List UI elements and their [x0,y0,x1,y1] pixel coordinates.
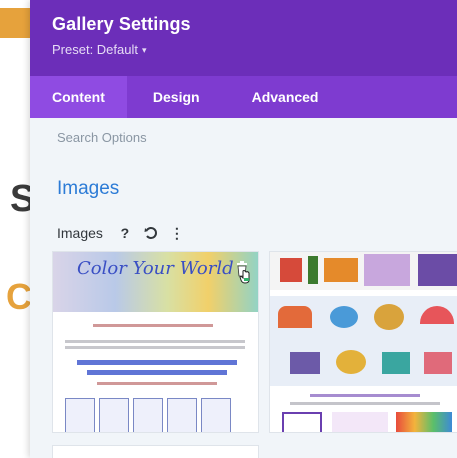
images-field-header: Images ? ⋮ [57,223,193,243]
collage-tile [382,352,410,374]
flyer-line [93,324,213,327]
section-title-images[interactable]: Images [57,178,119,200]
preset-label: Preset: Default [52,42,138,57]
tab-content[interactable]: Content [30,76,127,118]
search-options-input[interactable] [57,130,397,145]
undo-icon[interactable] [141,223,161,243]
collage-tile [332,412,388,432]
collage-tile [280,258,302,282]
background-page: S C [0,0,35,458]
flyer-heading: Color Your World [77,258,234,279]
flyer-schedule-cell [65,398,95,432]
tab-advanced[interactable]: Advanced [222,76,341,118]
collage-tile [418,254,457,286]
collage-tile [336,350,366,374]
modal-title: Gallery Settings [52,14,191,34]
collage-tile [290,352,320,374]
gallery-image-next[interactable] [52,445,259,458]
collage-tile [324,258,358,282]
background-text-fragment: C [6,276,32,317]
collage-tile [278,306,312,328]
flyer-line [97,382,217,385]
collage-tile [396,412,452,432]
collage-tile [424,352,452,374]
background-accent-strip [0,8,30,38]
more-vertical-icon[interactable]: ⋮ [167,223,187,243]
flyer-line [65,346,245,349]
settings-tabs: Content Design Advanced [30,76,457,118]
modal-header: Gallery Settings Preset: Default ▾ [30,0,457,76]
collage-tile [308,256,318,284]
tab-design[interactable]: Design [127,76,222,118]
gallery-image-crafts[interactable] [269,251,457,433]
collage-tile [282,412,322,432]
images-field-label: Images [57,225,103,241]
collage-tile [374,304,404,330]
caret-down-icon: ▾ [142,45,147,55]
flyer-schedule-cell [201,398,231,432]
preset-dropdown[interactable]: Preset: Default ▾ [52,42,457,57]
trash-icon[interactable] [234,260,256,284]
flyer-schedule-cell [133,398,163,432]
flyer-line [87,370,227,375]
search-bar [30,118,457,158]
flyer-line [65,340,245,343]
flyer-line [77,360,237,365]
collage-tile [330,306,358,328]
question-icon[interactable]: ? [115,223,135,243]
collage-line [290,402,440,405]
gallery-image-flyer[interactable]: Color Your World [52,251,259,433]
collage-tile [364,254,410,286]
flyer-schedule-cell [167,398,197,432]
flyer-schedule-cell [99,398,129,432]
gallery-settings-modal: Gallery Settings Preset: Default ▾ Conte… [30,0,457,458]
settings-body: Images Images ? ⋮ Color Your World [30,158,457,458]
collage-line [310,394,420,397]
